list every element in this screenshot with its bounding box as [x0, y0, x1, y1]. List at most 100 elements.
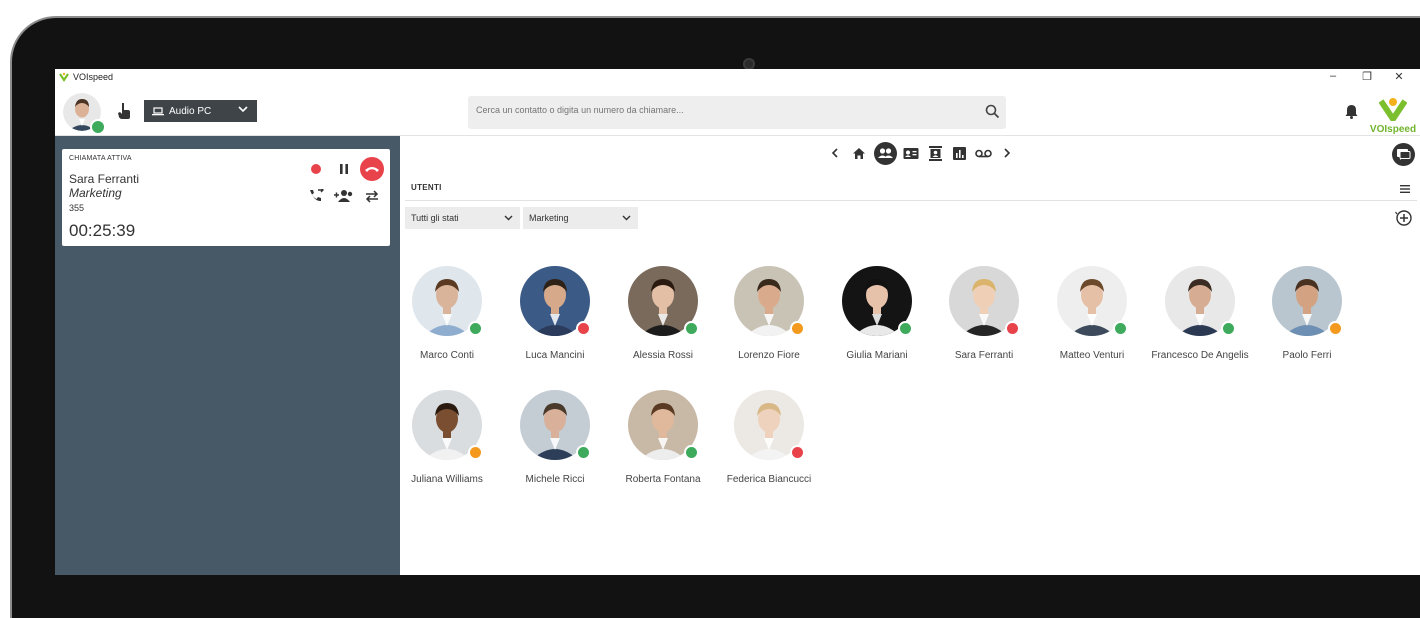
- my-avatar[interactable]: [63, 93, 106, 135]
- close-button[interactable]: ✕: [1389, 70, 1409, 83]
- user-status-dot: [684, 445, 699, 460]
- section-nav: [825, 141, 1017, 165]
- title-bar: VOIspeed – ❐ ✕: [55, 69, 1420, 87]
- user-tile[interactable]: Alessia Rossi: [604, 266, 714, 376]
- my-status-dot: [90, 119, 106, 135]
- chevron-down-icon: [622, 215, 631, 221]
- add-circle-icon[interactable]: [1395, 209, 1413, 227]
- user-tile[interactable]: Juliana Williams: [388, 390, 498, 500]
- bell-icon[interactable]: [1345, 104, 1358, 119]
- user-tile[interactable]: Marco Conti: [388, 266, 498, 376]
- active-call-card: CHIAMATA ATTIVA Sara Ferranti Marketing …: [62, 149, 390, 246]
- user-tile[interactable]: Sara Ferranti: [925, 266, 1035, 376]
- user-name: Luca Mancini: [525, 350, 585, 361]
- users-icon: [873, 141, 897, 165]
- swap-call-icon[interactable]: [364, 189, 380, 203]
- main-content: UTENTI Tutti gli stati Marketing Marco C…: [400, 136, 1420, 575]
- user-name: Sara Ferranti: [954, 350, 1014, 361]
- section-divider: [405, 200, 1417, 201]
- app-title-text: VOIspeed: [73, 72, 114, 82]
- user-status-dot: [468, 445, 483, 460]
- user-tile[interactable]: Lorenzo Fiore: [710, 266, 820, 376]
- user-tile[interactable]: Michele Ricci: [496, 390, 606, 500]
- status-filter-select[interactable]: Tutti gli stati: [405, 207, 520, 229]
- user-status-dot: [1005, 321, 1020, 336]
- user-status-dot: [684, 321, 699, 336]
- user-tile[interactable]: Federica Biancucci: [710, 390, 820, 500]
- hand-icon[interactable]: [117, 102, 131, 120]
- nav-contacts-button[interactable]: [901, 143, 921, 163]
- user-status-dot: [576, 445, 591, 460]
- user-name: Lorenzo Fiore: [738, 350, 800, 361]
- user-tile[interactable]: Roberta Fontana: [604, 390, 714, 500]
- search-icon[interactable]: [985, 104, 1000, 119]
- nav-prev-button[interactable]: [825, 143, 845, 163]
- contact-card-icon: [903, 147, 919, 159]
- transfer-call-icon[interactable]: [308, 189, 324, 203]
- app-window: VOIspeed – ❐ ✕ Audio PC Cerca un contatt…: [55, 69, 1420, 575]
- user-status-dot: [790, 445, 805, 460]
- user-name: Federica Biancucci: [726, 474, 812, 485]
- user-name: Juliana Williams: [411, 474, 483, 485]
- status-filter-label: Tutti gli stati: [411, 213, 459, 223]
- search-bar[interactable]: [468, 96, 1006, 129]
- nav-directory-button[interactable]: [925, 143, 945, 163]
- list-view-icon[interactable]: [1400, 185, 1410, 193]
- user-name: Paolo Ferri: [1282, 350, 1332, 361]
- user-status-dot: [576, 321, 591, 336]
- chat-icon[interactable]: [1392, 143, 1415, 166]
- user-tile[interactable]: Francesco De Angelis: [1141, 266, 1251, 376]
- user-status-dot: [1328, 321, 1343, 336]
- audio-device-select[interactable]: Audio PC: [144, 100, 257, 122]
- group-filter-select[interactable]: Marketing: [523, 207, 638, 229]
- user-status-dot: [468, 321, 483, 336]
- active-call-label: CHIAMATA ATTIVA: [69, 155, 132, 162]
- brand-logo-icon: [1378, 98, 1408, 122]
- nav-voicemail-button[interactable]: [973, 143, 993, 163]
- user-name: Marco Conti: [420, 350, 474, 361]
- chart-icon: [952, 146, 966, 160]
- top-header: Audio PC VOIspeed: [55, 87, 1420, 136]
- user-tile[interactable]: Matteo Venturi: [1033, 266, 1143, 376]
- user-tile[interactable]: Luca Mancini: [496, 266, 606, 376]
- call-timer: 00:25:39: [69, 221, 136, 240]
- add-participant-icon[interactable]: [334, 189, 354, 203]
- user-name: Francesco De Angelis: [1151, 350, 1249, 361]
- search-input[interactable]: [474, 104, 958, 116]
- chevron-left-icon: [831, 148, 838, 158]
- user-status-dot: [1113, 321, 1128, 336]
- user-tile[interactable]: Paolo Ferri: [1248, 266, 1358, 376]
- nav-next-button[interactable]: [997, 143, 1017, 163]
- brand-logo: VOIspeed: [1368, 97, 1418, 135]
- nav-home-button[interactable]: [849, 143, 869, 163]
- chevron-down-icon: [238, 106, 248, 113]
- voicemail-icon: [974, 149, 992, 157]
- nav-users-button[interactable]: [873, 141, 897, 165]
- user-name: Matteo Venturi: [1059, 350, 1125, 361]
- minimize-button[interactable]: –: [1323, 70, 1343, 82]
- chevron-right-icon: [1004, 148, 1011, 158]
- restore-button[interactable]: ❐: [1357, 70, 1377, 83]
- app-title: VOIspeed: [59, 72, 113, 82]
- record-icon[interactable]: [310, 163, 322, 175]
- caller-department: Marketing: [69, 186, 122, 200]
- users-section-title: UTENTI: [411, 183, 442, 192]
- brand-name: VOIspeed: [1369, 124, 1417, 135]
- user-name: Alessia Rossi: [632, 350, 694, 361]
- app-logo-icon: [59, 72, 69, 82]
- user-name: Roberta Fontana: [625, 474, 701, 485]
- user-status-dot: [898, 321, 913, 336]
- pause-icon[interactable]: [338, 163, 350, 175]
- active-calls-panel: CHIAMATA ATTIVA Sara Ferranti Marketing …: [55, 136, 400, 575]
- home-icon: [853, 147, 865, 159]
- nav-stats-button[interactable]: [949, 143, 969, 163]
- user-tile[interactable]: Giulia Mariani: [818, 266, 928, 376]
- caller-name: Sara Ferranti: [69, 172, 140, 186]
- user-name: Giulia Mariani: [846, 350, 908, 361]
- hangup-icon[interactable]: [360, 157, 384, 181]
- user-status-dot: [1221, 321, 1236, 336]
- group-filter-label: Marketing: [529, 213, 569, 223]
- caller-extension: 355: [69, 203, 85, 213]
- chevron-down-icon: [504, 215, 513, 221]
- user-name: Michele Ricci: [525, 474, 585, 485]
